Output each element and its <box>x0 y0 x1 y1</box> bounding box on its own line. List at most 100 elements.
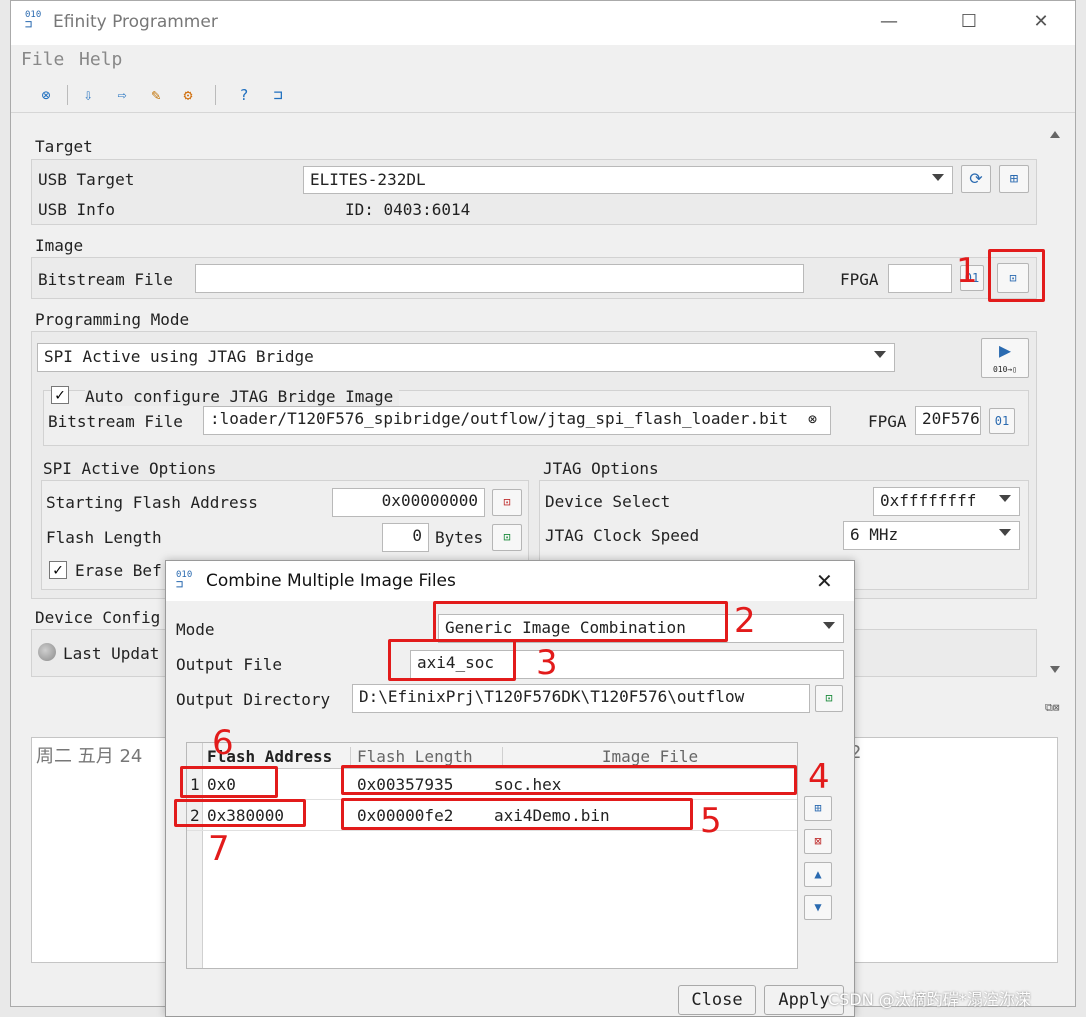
flash-length-input[interactable]: 0 <box>382 523 429 552</box>
grid-icon: ⊞ <box>1009 171 1019 187</box>
dialog-app-icon: 010 ⊐ <box>176 570 193 591</box>
usb-target-select[interactable]: ELITES-232DL <box>303 166 953 194</box>
erase-checkbox[interactable]: ✓ <box>49 561 67 579</box>
last-update-label: Last Updat <box>63 644 160 663</box>
chevron-down-icon <box>874 351 886 358</box>
start-address-label: Starting Flash Address <box>46 493 258 512</box>
annotation-1: 1 <box>956 251 978 291</box>
fpga-input[interactable] <box>888 264 952 293</box>
clear-address-icon: ⊡ <box>503 495 511 509</box>
usb-info-label: USB Info <box>38 200 116 219</box>
convert-image-icon[interactable]: ⇨ <box>111 84 133 106</box>
chevron-down-icon <box>999 529 1011 536</box>
clear-icon[interactable]: ⊗ <box>808 410 817 428</box>
target-section-title: Target <box>35 137 93 156</box>
annotation-6: 6 <box>212 723 234 763</box>
chevron-down-icon <box>999 495 1011 502</box>
play-icon: ▶ <box>998 338 1012 362</box>
title-bar[interactable]: 010 ⊐ Efinity Programmer — ☐ ✕ <box>11 1 1075 45</box>
browse-dir-button[interactable]: ⊡ <box>815 685 843 712</box>
bridge-select-file-button[interactable]: 01 <box>989 408 1015 434</box>
output-dir-label: Output Directory <box>176 690 331 709</box>
status-indicator-icon <box>38 643 56 661</box>
cancel-icon[interactable]: ⊗ <box>35 84 57 106</box>
device-select-combo[interactable]: 0xffffffff <box>873 487 1020 516</box>
image-section-title: Image <box>35 236 84 255</box>
close-button[interactable]: ✕ <box>1021 11 1061 32</box>
auto-configure-checkbox[interactable]: ✓ <box>51 386 69 404</box>
programming-mode-title: Programming Mode <box>35 310 190 329</box>
bridge-fpga-label: FPGA <box>868 412 907 431</box>
app-icon: 010 ⊐ <box>25 10 42 31</box>
annotation-box-7 <box>174 799 306 827</box>
column-header-file[interactable]: Image File <box>505 747 795 766</box>
address-clear-button[interactable]: ⊡ <box>492 489 522 516</box>
dialog-title: Combine Multiple Image Files <box>206 571 456 591</box>
device-config-title: Device Config <box>35 608 161 627</box>
add-image-button[interactable]: ⊞ <box>804 796 832 821</box>
help-icon[interactable]: ? <box>233 84 255 106</box>
csdn-watermark: CSDN @汰樀趵硸*溻涳沵溁 <box>828 990 1031 1009</box>
annotation-box-1 <box>988 249 1045 302</box>
scroll-up-icon[interactable] <box>1050 131 1060 138</box>
bitstream-label: Bitstream File <box>38 270 173 289</box>
flash-length-label: Flash Length <box>46 528 162 547</box>
vertical-scrollbar[interactable] <box>1045 123 1065 683</box>
menu-file[interactable]: File <box>21 49 64 70</box>
fpga-label: FPGA <box>840 270 879 289</box>
dialog-title-bar[interactable]: 010 ⊐ Combine Multiple Image Files ✕ <box>166 561 854 601</box>
annotation-3: 3 <box>536 643 558 683</box>
jtag-options-title: JTAG Options <box>543 459 659 478</box>
column-header-length[interactable]: Flash Length <box>353 747 503 766</box>
maximize-button[interactable]: ☐ <box>949 11 989 32</box>
start-program-button[interactable]: ▶ 010→▯ <box>981 338 1029 378</box>
move-down-button[interactable]: ▼ <box>804 895 832 920</box>
window-title: Efinity Programmer <box>53 12 218 32</box>
annotation-2: 2 <box>734 601 756 641</box>
clock-speed-combo[interactable]: 6 MHz <box>843 521 1020 550</box>
bridge-bitstream-input[interactable]: :loader/T120F576_spibridge/outflow/jtag_… <box>203 406 831 435</box>
clock-speed-label: JTAG Clock Speed <box>545 526 700 545</box>
close-dialog-button[interactable]: Close <box>678 985 756 1015</box>
bridge-fpga-input[interactable]: 20F576 <box>915 406 981 435</box>
folder-icon: ⊡ <box>825 691 833 705</box>
add-file-icon: ⊞ <box>814 801 822 815</box>
program-icon[interactable]: ⇩ <box>77 84 99 106</box>
remove-image-button[interactable]: ⊠ <box>804 829 832 854</box>
annotation-box-6 <box>180 766 278 798</box>
menu-bar: File Help <box>11 45 1075 75</box>
annotation-box-4 <box>341 765 797 795</box>
flash-length-button[interactable]: ⊡ <box>492 524 522 551</box>
mode-label: Mode <box>176 620 215 639</box>
usb-config-button[interactable]: ⊞ <box>999 165 1029 193</box>
log-text: 周二 五月 24 <box>36 746 143 767</box>
auto-configure-label: Auto configure JTAG Bridge Image <box>85 387 400 406</box>
bytes-label: Bytes <box>435 528 484 547</box>
start-address-input[interactable]: 0x00000000 <box>332 488 485 517</box>
debug-icon[interactable]: ⚙ <box>177 84 199 106</box>
annotation-box-2 <box>433 601 728 642</box>
scroll-down-icon[interactable] <box>1050 666 1060 673</box>
usb-target-label: USB Target <box>38 170 135 189</box>
bitstream-input[interactable] <box>195 264 804 293</box>
combine-images-icon[interactable]: ⊐ <box>267 84 289 106</box>
annotation-box-5 <box>341 798 693 830</box>
edit-icon[interactable]: ✎ <box>145 84 167 106</box>
usb-info-value: ID: 0403:6014 <box>345 200 471 219</box>
chip-icon: 010→▯ <box>992 365 1018 374</box>
programming-mode-select[interactable]: SPI Active using JTAG Bridge <box>37 343 895 372</box>
chevron-down-icon <box>823 622 835 629</box>
output-file-label: Output File <box>176 655 282 674</box>
dock-buttons-icon[interactable]: ⧉⊠ <box>1045 701 1059 715</box>
file-icon: 01 <box>994 414 1010 428</box>
remove-file-icon: ⊠ <box>814 834 822 848</box>
annotation-box-3 <box>388 639 516 681</box>
move-up-button[interactable]: ▲ <box>804 862 832 887</box>
menu-help[interactable]: Help <box>79 49 122 70</box>
minimize-button[interactable]: — <box>869 11 909 32</box>
dialog-close-icon[interactable]: ✕ <box>816 569 833 593</box>
refresh-button[interactable]: ⟳ <box>961 165 991 193</box>
arrow-down-icon: ▼ <box>814 900 822 914</box>
annotation-5: 5 <box>700 801 722 841</box>
output-dir-input[interactable]: D:\EfinixPrj\T120F576DK\T120F576\outflow <box>352 684 810 713</box>
